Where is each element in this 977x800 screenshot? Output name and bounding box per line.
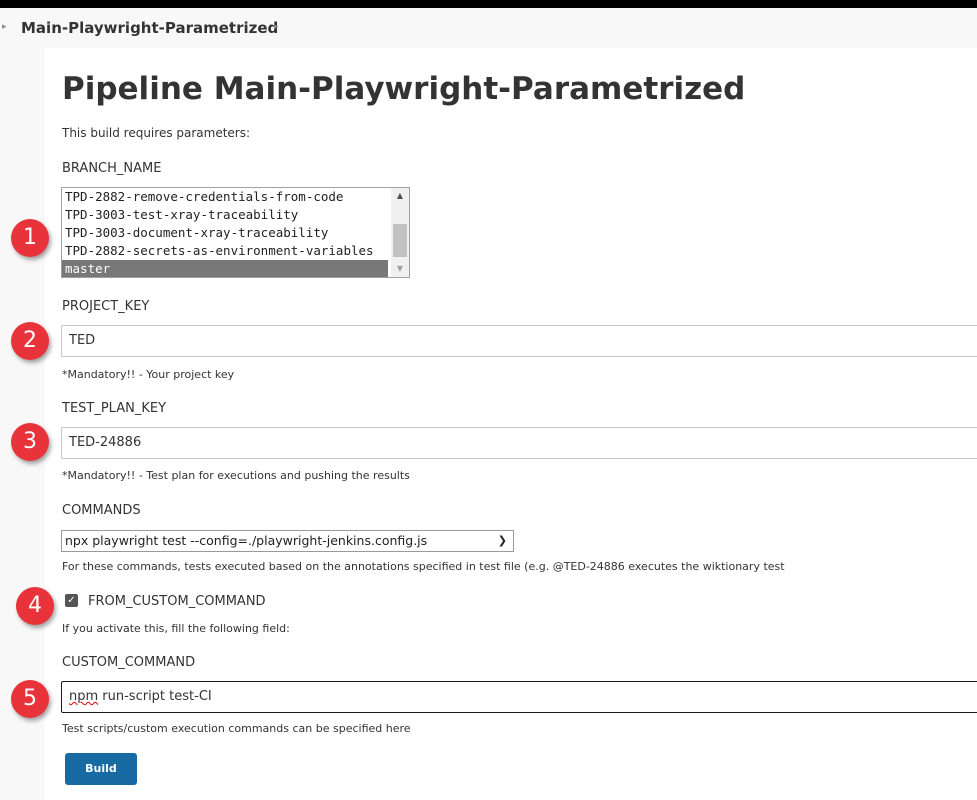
custom-command-value: run-script test-CI	[98, 689, 212, 704]
breadcrumb-job-link[interactable]: Main-Playwright-Parametrized	[21, 19, 278, 37]
commands-label: COMMANDS	[62, 503, 141, 518]
spellcheck-word: npm	[69, 689, 99, 704]
breadcrumb-separator-icon: ▸	[2, 22, 7, 32]
from-custom-command-help: If you activate this, fill the following…	[62, 622, 290, 635]
branch-option[interactable]: TPD-3003-test-xray-traceability	[62, 206, 388, 224]
page-title: Pipeline Main-Playwright-Parametrized	[62, 71, 746, 107]
branch-name-label: BRANCH_NAME	[62, 161, 162, 176]
scroll-up-arrow-icon[interactable]: ▲	[391, 188, 409, 204]
annotation-marker-2: 2	[11, 322, 49, 360]
branch-option[interactable]: TPD-2882-secrets-as-environment-variable…	[62, 242, 388, 260]
custom-command-input[interactable]: npm run-script test-CI	[61, 681, 977, 713]
custom-command-label: CUSTOM_COMMAND	[62, 655, 196, 670]
from-custom-command-label[interactable]: FROM_CUSTOM_COMMAND	[88, 594, 266, 609]
branch-name-listbox[interactable]: TPD-2882-remove-credentials-from-code TP…	[61, 187, 410, 278]
project-key-label: PROJECT_KEY	[62, 299, 150, 314]
annotation-marker-1: 1	[11, 219, 49, 257]
chevron-down-icon: ❯	[497, 534, 507, 547]
test-plan-key-input[interactable]: TED-24886	[61, 427, 977, 459]
annotation-marker-3: 3	[11, 423, 49, 461]
branch-option-selected[interactable]: master	[62, 260, 388, 277]
branch-option[interactable]: TPD-2882-remove-credentials-from-code	[62, 188, 388, 206]
scrollbar-thumb[interactable]	[393, 224, 407, 257]
build-button[interactable]: Build	[65, 753, 137, 785]
window-top-edge	[0, 0, 977, 8]
breadcrumb: ▸ Main-Playwright-Parametrized ▸	[0, 8, 977, 48]
page-subtitle: This build requires parameters:	[62, 126, 251, 140]
branch-option[interactable]: TPD-3003-document-xray-traceability	[62, 224, 388, 242]
breadcrumb-separator-icon[interactable]: ▸	[274, 22, 279, 32]
commands-help: For these commands, tests executed based…	[62, 560, 785, 573]
scroll-down-arrow-icon[interactable]: ▼	[391, 261, 409, 277]
commands-select[interactable]: npx playwright test --config=./playwrigh…	[61, 530, 514, 552]
annotation-marker-5: 5	[11, 680, 49, 718]
custom-command-help: Test scripts/custom execution commands c…	[62, 722, 411, 735]
test-plan-key-help: *Mandatory!! - Test plan for executions …	[62, 469, 410, 482]
listbox-scrollbar[interactable]: ▲ ▼	[391, 188, 409, 277]
commands-selected-value: npx playwright test --config=./playwrigh…	[65, 533, 428, 548]
project-key-input[interactable]: TED	[61, 325, 977, 357]
test-plan-key-label: TEST_PLAN_KEY	[62, 401, 167, 416]
from-custom-command-checkbox[interactable]: ✓	[65, 594, 78, 607]
annotation-marker-4: 4	[16, 587, 54, 625]
checkmark-icon: ✓	[67, 595, 76, 606]
project-key-help: *Mandatory!! - Your project key	[62, 368, 235, 381]
